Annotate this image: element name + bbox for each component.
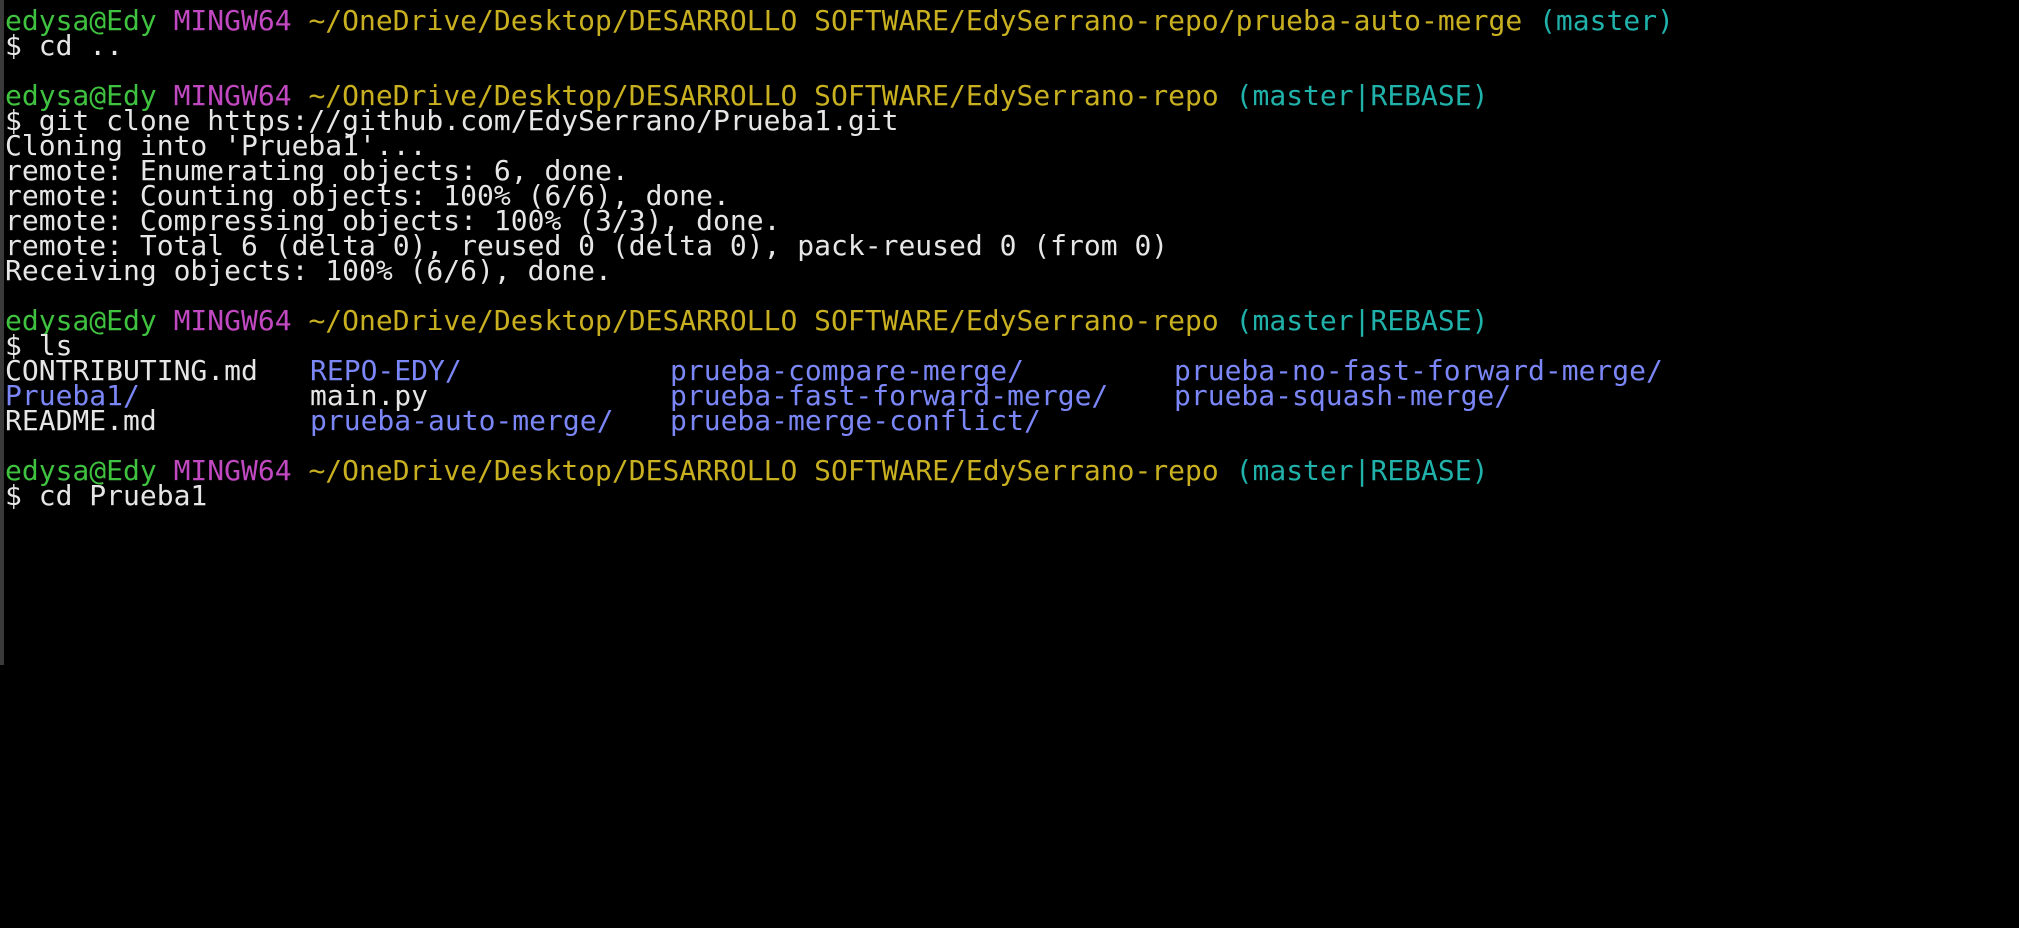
prompt-line: edysa@Edy MINGW64 ~/OneDrive/Desktop/DES…: [5, 305, 1489, 337]
prompt-system: MINGW64: [173, 304, 292, 337]
prompt-line: edysa@Edy MINGW64 ~/OneDrive/Desktop/DES…: [5, 5, 1674, 37]
ls-entry-directory: prueba-merge-conflict/: [670, 404, 1041, 437]
terminal-left-border: [0, 0, 4, 665]
output-line: Receiving objects: 100% (6/6), done.: [5, 254, 612, 287]
prompt-branch: (master): [1539, 4, 1674, 37]
prompt-branch: (master|REBASE): [1235, 304, 1489, 337]
ls-entry-directory: prueba-auto-merge/: [310, 404, 614, 437]
prompt-system: MINGW64: [173, 4, 292, 37]
ls-entry-file: README.md: [5, 404, 157, 437]
command-line: $ cd ..: [5, 29, 124, 62]
prompt-line: edysa@Edy MINGW64 ~/OneDrive/Desktop/DES…: [5, 455, 1489, 487]
command-line[interactable]: $ cd Prueba1: [5, 480, 207, 512]
prompt-path: ~/OneDrive/Desktop/DESARROLLO SOFTWARE/E…: [308, 454, 1219, 487]
terminal-window[interactable]: edysa@Edy MINGW64 ~/OneDrive/Desktop/DES…: [0, 0, 2019, 665]
ls-row: README.md prueba-auto-merge/ prueba-merg…: [5, 405, 2005, 437]
prompt-path: ~/OneDrive/Desktop/DESARROLLO SOFTWARE/E…: [308, 304, 1219, 337]
prompt-branch: (master|REBASE): [1235, 454, 1489, 487]
prompt-path: ~/OneDrive/Desktop/DESARROLLO SOFTWARE/E…: [308, 4, 1523, 37]
prompt-branch: (master|REBASE): [1235, 79, 1489, 112]
